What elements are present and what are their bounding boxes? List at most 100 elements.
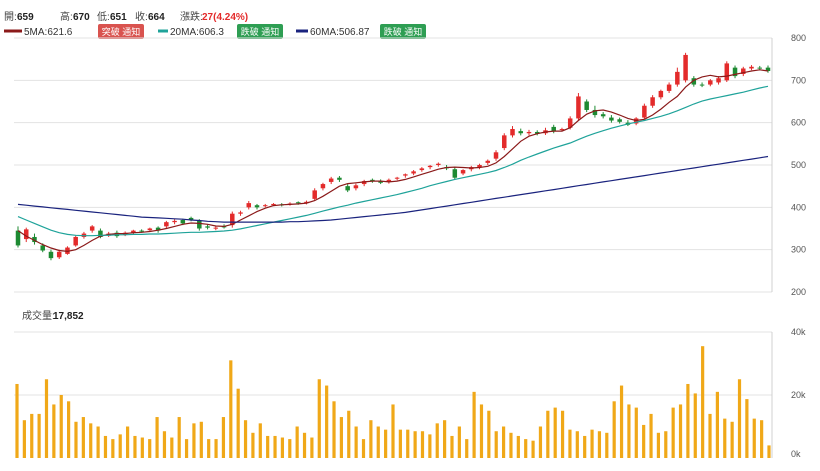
volume-bar bbox=[361, 439, 366, 458]
low-label: 低: bbox=[97, 10, 110, 23]
volume-bar bbox=[22, 420, 26, 458]
volume-bar bbox=[708, 413, 712, 458]
close-value: 664 bbox=[148, 12, 165, 23]
volume-bar bbox=[760, 420, 764, 458]
change-value: 27(4.24%) bbox=[202, 12, 248, 23]
candle-body bbox=[683, 54, 688, 81]
volume-bar bbox=[325, 385, 329, 458]
volume-bar bbox=[339, 417, 343, 458]
candle-body bbox=[164, 222, 169, 227]
volume-bar bbox=[428, 434, 432, 458]
high-label: 高: bbox=[60, 10, 73, 23]
candle-body bbox=[89, 226, 95, 231]
volume-bar bbox=[745, 399, 749, 458]
volume-bar bbox=[391, 404, 395, 458]
volume-bar bbox=[435, 423, 439, 458]
volume-bar bbox=[575, 431, 579, 458]
volume-bar bbox=[221, 417, 226, 458]
candle-body bbox=[551, 126, 556, 132]
price-tick-label: 400 bbox=[791, 202, 806, 212]
price-tick-label: 600 bbox=[791, 118, 806, 128]
candle-body bbox=[295, 202, 301, 204]
candle-body bbox=[139, 230, 144, 232]
volume-bar bbox=[546, 410, 550, 458]
candle-body bbox=[73, 236, 78, 246]
candle-body bbox=[658, 90, 664, 98]
candlestick-series bbox=[15, 52, 771, 261]
volume-bar bbox=[450, 435, 454, 458]
volume-bar bbox=[457, 426, 461, 458]
candle-body bbox=[15, 230, 21, 246]
volume-bar bbox=[288, 439, 292, 458]
volume-bar bbox=[413, 431, 417, 458]
candle-body bbox=[518, 131, 523, 134]
candle-body bbox=[493, 152, 499, 159]
volume-bar bbox=[678, 404, 683, 458]
volume-bar bbox=[553, 407, 557, 458]
candle-body bbox=[419, 168, 425, 171]
candle-body bbox=[436, 163, 441, 165]
candle-body bbox=[312, 190, 317, 199]
candle-body bbox=[708, 80, 713, 85]
price-tick-label: 800 bbox=[791, 33, 806, 43]
volume-bar bbox=[752, 418, 756, 458]
volume-bar bbox=[619, 385, 624, 458]
volume-bar bbox=[103, 435, 108, 458]
candle-body bbox=[180, 220, 186, 224]
candle-body bbox=[749, 66, 754, 69]
ma60-legend-label: 60MA:506.87 bbox=[310, 27, 370, 38]
volume-bar bbox=[472, 391, 476, 458]
volume-bar bbox=[111, 439, 115, 458]
candle-body bbox=[452, 169, 458, 178]
volume-bar bbox=[701, 346, 705, 458]
candle-body bbox=[600, 114, 606, 117]
volume-bar bbox=[715, 391, 719, 458]
volume-bar bbox=[177, 417, 181, 458]
volume-bar bbox=[568, 429, 572, 458]
volume-bar bbox=[229, 360, 233, 458]
candle-body bbox=[197, 220, 202, 229]
volume-bar bbox=[52, 404, 56, 458]
close-label: 收: bbox=[135, 10, 148, 23]
volume-bar bbox=[671, 407, 675, 458]
quote-bar: 開: 659 高: 670 低: 651 收: 664 漲跌: 27(4.24%… bbox=[4, 10, 248, 23]
candle-body bbox=[263, 205, 268, 207]
price-tick-label: 300 bbox=[791, 245, 806, 255]
candle-body bbox=[576, 96, 581, 119]
ma60-line bbox=[17, 155, 769, 223]
volume-bar bbox=[332, 401, 336, 458]
moving-average-lines bbox=[17, 69, 769, 253]
price-tick-label: 700 bbox=[791, 75, 806, 85]
volume-bar bbox=[67, 401, 71, 458]
candle-body bbox=[460, 170, 466, 174]
price-tick-label: 500 bbox=[791, 160, 806, 170]
ma60-alert-button-label: 跌破 通知 bbox=[384, 26, 423, 37]
volume-tick-label: 20k bbox=[791, 390, 806, 400]
volume-bar bbox=[214, 439, 218, 458]
volume-bar bbox=[649, 413, 653, 458]
high-value: 670 bbox=[73, 12, 90, 23]
change-label: 漲跌: bbox=[180, 10, 203, 23]
candle-body bbox=[724, 63, 730, 81]
candle-body bbox=[213, 227, 219, 229]
volume-bar bbox=[531, 440, 535, 458]
price-tick-label: 200 bbox=[791, 287, 806, 297]
volume-bar bbox=[89, 423, 93, 458]
volume-bar bbox=[295, 426, 299, 458]
ma5-line bbox=[17, 69, 769, 253]
volume-bar bbox=[347, 410, 351, 458]
volume-bar bbox=[590, 429, 594, 458]
candle-body bbox=[40, 245, 45, 251]
open-value: 659 bbox=[17, 12, 34, 23]
candle-body bbox=[246, 203, 252, 208]
candle-body bbox=[650, 97, 655, 106]
volume-bar bbox=[509, 432, 513, 458]
volume-bar bbox=[369, 420, 373, 458]
candle-body bbox=[757, 67, 763, 69]
volume-bar bbox=[664, 431, 668, 458]
candle-body bbox=[427, 165, 433, 168]
candle-body bbox=[353, 185, 359, 189]
volume-bar bbox=[30, 413, 34, 458]
volume-bar bbox=[192, 423, 196, 458]
open-label: 開: bbox=[4, 11, 17, 23]
